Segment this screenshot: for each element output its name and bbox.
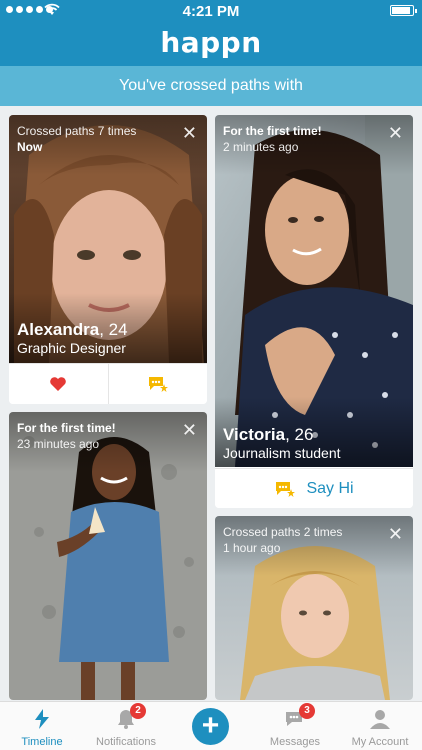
- profile-photo[interactable]: For the first time! 2 minutes ago ✕ Vict…: [215, 115, 413, 467]
- tab-my-account[interactable]: My Account: [338, 702, 422, 750]
- profile-name: Alexandra, 24: [17, 320, 128, 339]
- person-icon: [370, 710, 390, 729]
- profile-photo[interactable]: For the first time! 23 minutes ago ✕: [9, 412, 207, 700]
- profile-job: Graphic Designer: [17, 340, 126, 356]
- crossed-time: 2 minutes ago: [223, 140, 299, 154]
- bolt-icon: [35, 709, 49, 729]
- charm-icon: [276, 481, 296, 497]
- charm-button[interactable]: [107, 364, 208, 404]
- crossed-count: For the first time!: [223, 124, 322, 138]
- profile-photo[interactable]: Crossed paths 7 times Now ✕ Alexandra, 2…: [9, 115, 207, 363]
- status-time: 4:21 PM: [182, 3, 240, 20]
- battery-icon: [390, 5, 417, 16]
- close-icon[interactable]: ✕: [182, 421, 197, 439]
- card-actions: [9, 363, 207, 404]
- crossed-time: Now: [17, 140, 43, 154]
- profile-card-3[interactable]: For the first time! 23 minutes ago ✕: [9, 412, 207, 700]
- profile-card-victoria[interactable]: For the first time! 2 minutes ago ✕ Vict…: [215, 115, 413, 508]
- crossed-count: Crossed paths 7 times: [17, 124, 137, 138]
- tab-notifications[interactable]: 2 Notifications: [84, 702, 168, 750]
- status-bar: 4:21 PM: [0, 0, 422, 22]
- app-logo: happn: [160, 26, 262, 59]
- profile-name: Victoria, 26: [223, 425, 314, 444]
- tab-messages[interactable]: 3 Messages: [253, 702, 337, 750]
- profile-card-4[interactable]: Crossed paths 2 times 1 hour ago ✕: [215, 516, 413, 700]
- close-icon[interactable]: ✕: [388, 525, 403, 543]
- crossed-count: Crossed paths 2 times: [223, 525, 343, 539]
- profile-photo[interactable]: Crossed paths 2 times 1 hour ago ✕: [215, 516, 413, 700]
- crossed-time: 1 hour ago: [223, 541, 281, 555]
- notifications-badge: 2: [130, 703, 146, 719]
- like-button[interactable]: [9, 364, 108, 404]
- profile-card-alexandra[interactable]: Crossed paths 7 times Now ✕ Alexandra, 2…: [9, 115, 207, 404]
- plus-button[interactable]: +: [192, 708, 229, 745]
- say-hi-label: Say Hi: [306, 479, 354, 497]
- heart-icon: [50, 377, 67, 391]
- crossed-count: For the first time!: [17, 421, 116, 435]
- app-header: 4:21 PM happn: [0, 0, 422, 66]
- crossed-paths-header: You've crossed paths with: [0, 66, 422, 106]
- tab-timeline[interactable]: Timeline: [0, 702, 84, 750]
- charm-icon: [148, 377, 168, 392]
- bottom-tab-bar: Timeline 2 Notifications + 3 Messages My…: [0, 701, 422, 750]
- crossed-time: 23 minutes ago: [17, 437, 100, 451]
- messages-badge: 3: [299, 703, 315, 719]
- close-icon[interactable]: ✕: [388, 124, 403, 142]
- close-icon[interactable]: ✕: [182, 124, 197, 142]
- say-hi-button[interactable]: Say Hi: [215, 468, 413, 508]
- profile-job: Journalism student: [223, 445, 341, 461]
